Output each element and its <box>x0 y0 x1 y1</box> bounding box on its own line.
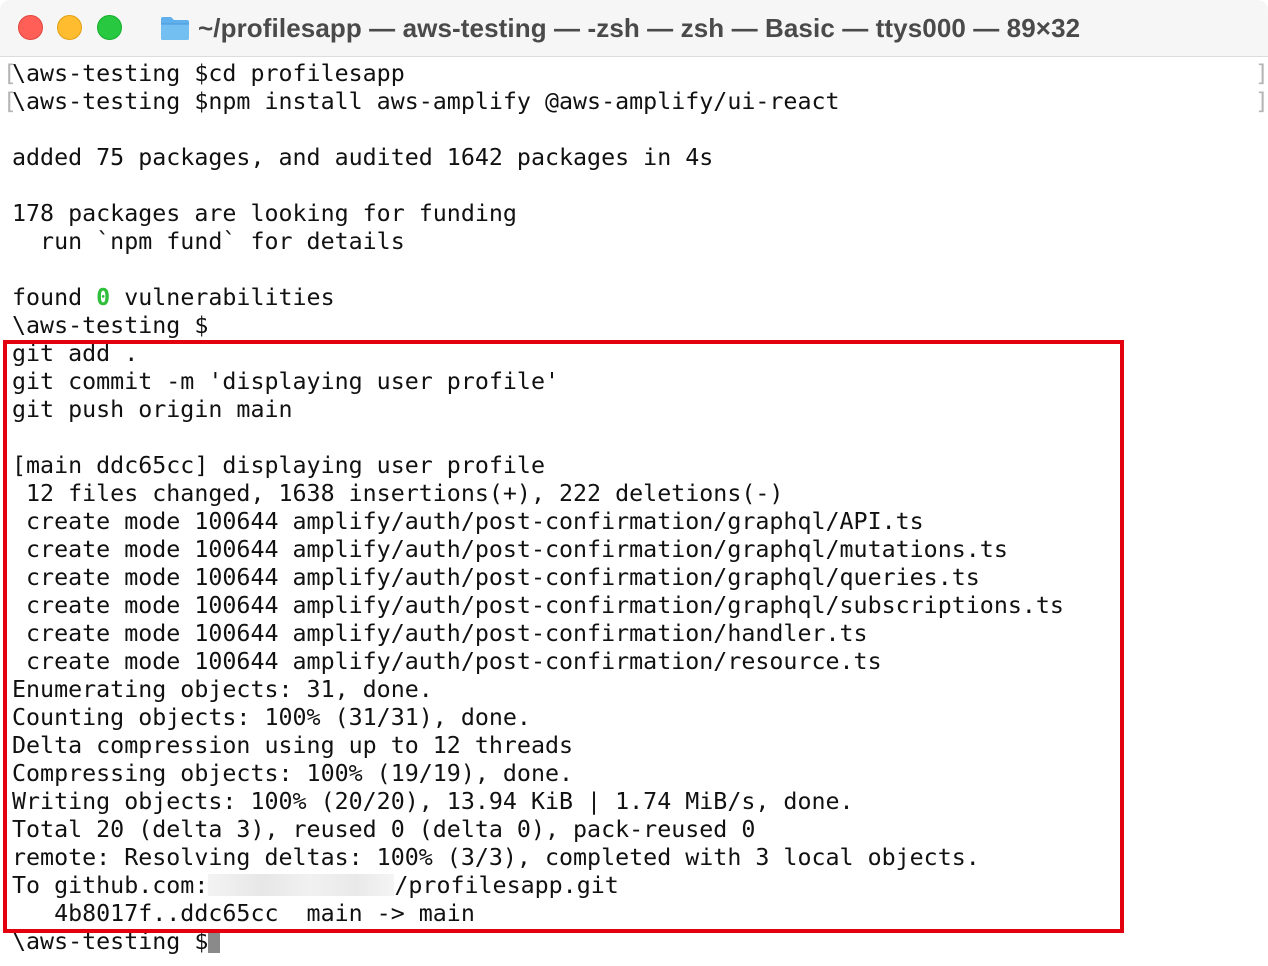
terminal-line: git add . <box>12 340 139 367</box>
mark-bracket-right: ] <box>1255 89 1268 115</box>
found-suffix: vulnerabilities <box>110 284 335 311</box>
maximize-window-button[interactable] <box>97 15 122 40</box>
terminal-line: git push origin main <box>12 396 293 423</box>
push-remote-prefix: To github.com: <box>12 872 209 899</box>
mark-bracket-right: ] <box>1255 61 1268 87</box>
folder-icon <box>161 17 189 40</box>
terminal-line: run `npm fund` for details <box>12 228 405 255</box>
terminal-line-vulnerabilities: found 0 vulnerabilities <box>12 284 335 312</box>
minimize-window-button[interactable] <box>57 15 82 40</box>
found-prefix: found <box>12 284 97 311</box>
terminal-line: Total 20 (delta 3), reused 0 (delta 0), … <box>12 816 756 843</box>
terminal-line: create mode 100644 amplify/auth/post-con… <box>12 564 980 591</box>
terminal-line: Counting objects: 100% (31/31), done. <box>12 704 531 731</box>
terminal-line: Enumerating objects: 31, done. <box>12 676 433 703</box>
vulnerability-count: 0 <box>96 284 111 311</box>
terminal-line: [main ddc65cc] displaying user profile <box>12 452 545 479</box>
terminal-line: \aws-testing $npm install aws-amplify @a… <box>12 88 840 115</box>
terminal-final-prompt[interactable]: \aws-testing $ <box>12 928 221 956</box>
terminal-line: 4b8017f..ddc65cc main -> main <box>12 900 475 927</box>
terminal-line: added 75 packages, and audited 1642 pack… <box>12 144 714 171</box>
close-window-button[interactable] <box>18 15 43 40</box>
redacted-username <box>208 874 395 896</box>
terminal-line: create mode 100644 amplify/auth/post-con… <box>12 620 868 647</box>
terminal-line: create mode 100644 amplify/auth/post-con… <box>12 648 882 675</box>
terminal-line: create mode 100644 amplify/auth/post-con… <box>12 592 1064 619</box>
terminal-line: create mode 100644 amplify/auth/post-con… <box>12 508 924 535</box>
terminal-line: remote: Resolving deltas: 100% (3/3), co… <box>12 844 980 871</box>
window-title: ~/profilesapp — aws-testing — -zsh — zsh… <box>198 12 1081 43</box>
terminal-line: Delta compression using up to 12 threads <box>12 732 574 759</box>
terminal-prompt: \aws-testing $ <box>12 312 209 339</box>
push-remote-suffix: /profilesapp.git <box>394 872 619 899</box>
terminal-line: create mode 100644 amplify/auth/post-con… <box>12 536 1008 563</box>
terminal-line: 178 packages are looking for funding <box>12 200 517 227</box>
terminal-content[interactable]: [ ] [ ] \aws-testing $cd profilesapp \aw… <box>0 60 1268 966</box>
terminal-line: 12 files changed, 1638 insertions(+), 22… <box>12 480 784 507</box>
text-cursor <box>208 929 221 953</box>
prompt-text: \aws-testing $ <box>12 928 209 955</box>
window-title-group: ~/profilesapp — aws-testing — -zsh — zsh… <box>160 8 1080 48</box>
title-bar[interactable]: ~/profilesapp — aws-testing — -zsh — zsh… <box>0 0 1268 57</box>
terminal-line: Writing objects: 100% (20/20), 13.94 KiB… <box>12 788 854 815</box>
terminal-window: ~/profilesapp — aws-testing — -zsh — zsh… <box>0 0 1268 966</box>
terminal-line: \aws-testing $cd profilesapp <box>12 60 405 87</box>
terminal-line: git commit -m 'displaying user profile' <box>12 368 560 395</box>
terminal-line: Compressing objects: 100% (19/19), done. <box>12 760 574 787</box>
terminal-line-push-remote: To github.com: /profilesapp.git <box>12 872 619 900</box>
